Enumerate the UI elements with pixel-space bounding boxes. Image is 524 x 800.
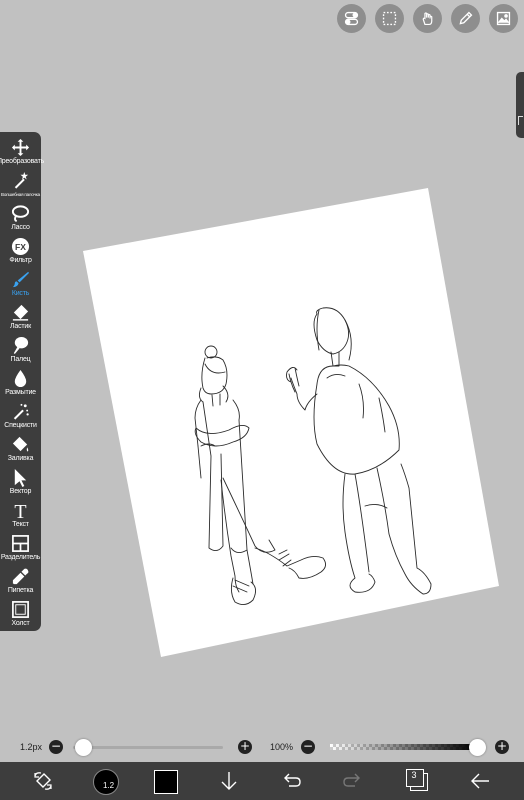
tool-finger[interactable]: Палец	[0, 336, 41, 369]
tool-label: Преобразовать	[0, 158, 45, 165]
undo-icon	[284, 773, 301, 787]
text-icon: T	[14, 501, 26, 520]
tool-label: Текст	[12, 521, 29, 528]
bottom-toolbar: 1.2 3	[0, 762, 524, 800]
tool-label: Лассо	[11, 224, 30, 231]
eraser-icon	[12, 304, 29, 321]
lasso-icon	[11, 205, 30, 223]
canvas-icon	[12, 601, 29, 618]
tool-label: Спецкисти	[4, 422, 37, 429]
brush-preview-button[interactable]: 1.2	[93, 769, 119, 795]
svg-text:FX: FX	[15, 242, 26, 252]
pencil-button[interactable]	[451, 4, 480, 33]
tool-vector[interactable]: Вектор	[0, 468, 41, 501]
hand-icon	[422, 12, 433, 26]
image-icon	[496, 11, 511, 26]
back-button[interactable]	[467, 768, 493, 794]
arrow-down-icon	[221, 772, 237, 790]
tool-label: Заливка	[7, 455, 34, 462]
hand-button[interactable]	[413, 4, 442, 33]
tool-eraser[interactable]: Ластик	[0, 303, 41, 336]
tool-label: Кисть	[11, 290, 30, 297]
selection-button[interactable]	[375, 4, 404, 33]
brush-size-increase-button[interactable]: +	[238, 740, 252, 754]
tool-transform[interactable]: Преобразовать	[0, 138, 45, 171]
tool-panel: Преобразовать Волшебная палочка Лассо FX…	[0, 132, 45, 633]
tool-label: Пипетка	[7, 587, 34, 594]
tool-eyedropper[interactable]: Пипетка	[0, 567, 41, 600]
move-icon	[11, 138, 30, 157]
brush-size-decrease-button[interactable]: −	[49, 740, 63, 754]
magic-wand-icon	[14, 171, 29, 189]
tool-canvas[interactable]: Холст	[0, 600, 41, 633]
opacity-slider[interactable]	[330, 744, 475, 750]
finger-icon	[13, 336, 29, 355]
pencil-icon	[459, 11, 473, 25]
fx-icon: FX	[11, 237, 30, 256]
brush-size-slider-handle[interactable]	[75, 739, 92, 756]
tool-label: Разделитель	[0, 554, 41, 561]
tool-label: Ластик	[10, 323, 31, 330]
opacity-slider-handle[interactable]	[469, 739, 486, 756]
tool-text[interactable]: T Текст	[0, 501, 41, 534]
tool-fill[interactable]: Заливка	[0, 435, 41, 468]
layer-panel-tab[interactable]	[516, 72, 524, 138]
layers-count: 3	[411, 770, 417, 780]
vector-arrow-icon	[14, 468, 27, 487]
arrow-left-icon	[471, 773, 489, 789]
tool-lasso[interactable]: Лассо	[0, 204, 41, 237]
tool-label: Холст	[11, 620, 30, 627]
fill-bucket-icon	[12, 436, 29, 452]
blur-drop-icon	[14, 369, 27, 388]
tool-blur[interactable]: Размытие	[0, 369, 41, 402]
quick-menu-button[interactable]	[30, 768, 56, 794]
opacity-increase-button[interactable]: +	[495, 740, 509, 754]
tool-brush[interactable]: Кисть	[0, 270, 41, 303]
toggle-icon	[344, 11, 359, 26]
toggle-button[interactable]	[337, 4, 366, 33]
download-button[interactable]	[216, 768, 242, 794]
brush-size-value: 1.2px	[20, 742, 43, 752]
tool-magic-wand[interactable]: Волшебная палочка	[0, 171, 41, 204]
eyedropper-icon	[12, 568, 29, 585]
undo-button[interactable]	[278, 768, 304, 794]
svg-text:T: T	[14, 501, 26, 520]
canvas-paper	[83, 188, 499, 657]
tool-filter[interactable]: FX Фильтр	[0, 237, 41, 270]
opacity-decrease-button[interactable]: −	[301, 740, 315, 754]
tool-label: Фильтр	[9, 257, 32, 264]
top-toolbar	[337, 4, 518, 33]
opacity-value: 100%	[270, 742, 294, 752]
brush-size-slider[interactable]	[73, 746, 223, 749]
drawing-canvas[interactable]	[83, 188, 499, 657]
tool-special-brush[interactable]: Спецкисти	[0, 402, 41, 435]
brush-sliders: 1.2px − + 100% − +	[0, 734, 524, 760]
selection-icon	[382, 11, 397, 26]
eraser-swap-icon	[34, 772, 52, 790]
frame-divider-icon	[12, 535, 29, 552]
color-picker-button[interactable]	[154, 770, 178, 794]
redo-icon	[343, 773, 360, 787]
gallery-button[interactable]	[489, 4, 518, 33]
redo-button[interactable]	[340, 768, 366, 794]
brush-icon	[12, 271, 30, 288]
layers-button[interactable]: 3	[406, 769, 428, 791]
special-brush-icon	[13, 403, 29, 420]
tool-frame-divider[interactable]: Разделитель	[0, 534, 41, 567]
tool-label: Вектор	[9, 488, 32, 495]
brush-preview-label: 1.2	[103, 781, 115, 790]
tool-label: Волшебная палочка	[1, 192, 40, 197]
tool-label: Размытие	[5, 389, 36, 396]
tool-label: Палец	[10, 356, 31, 363]
